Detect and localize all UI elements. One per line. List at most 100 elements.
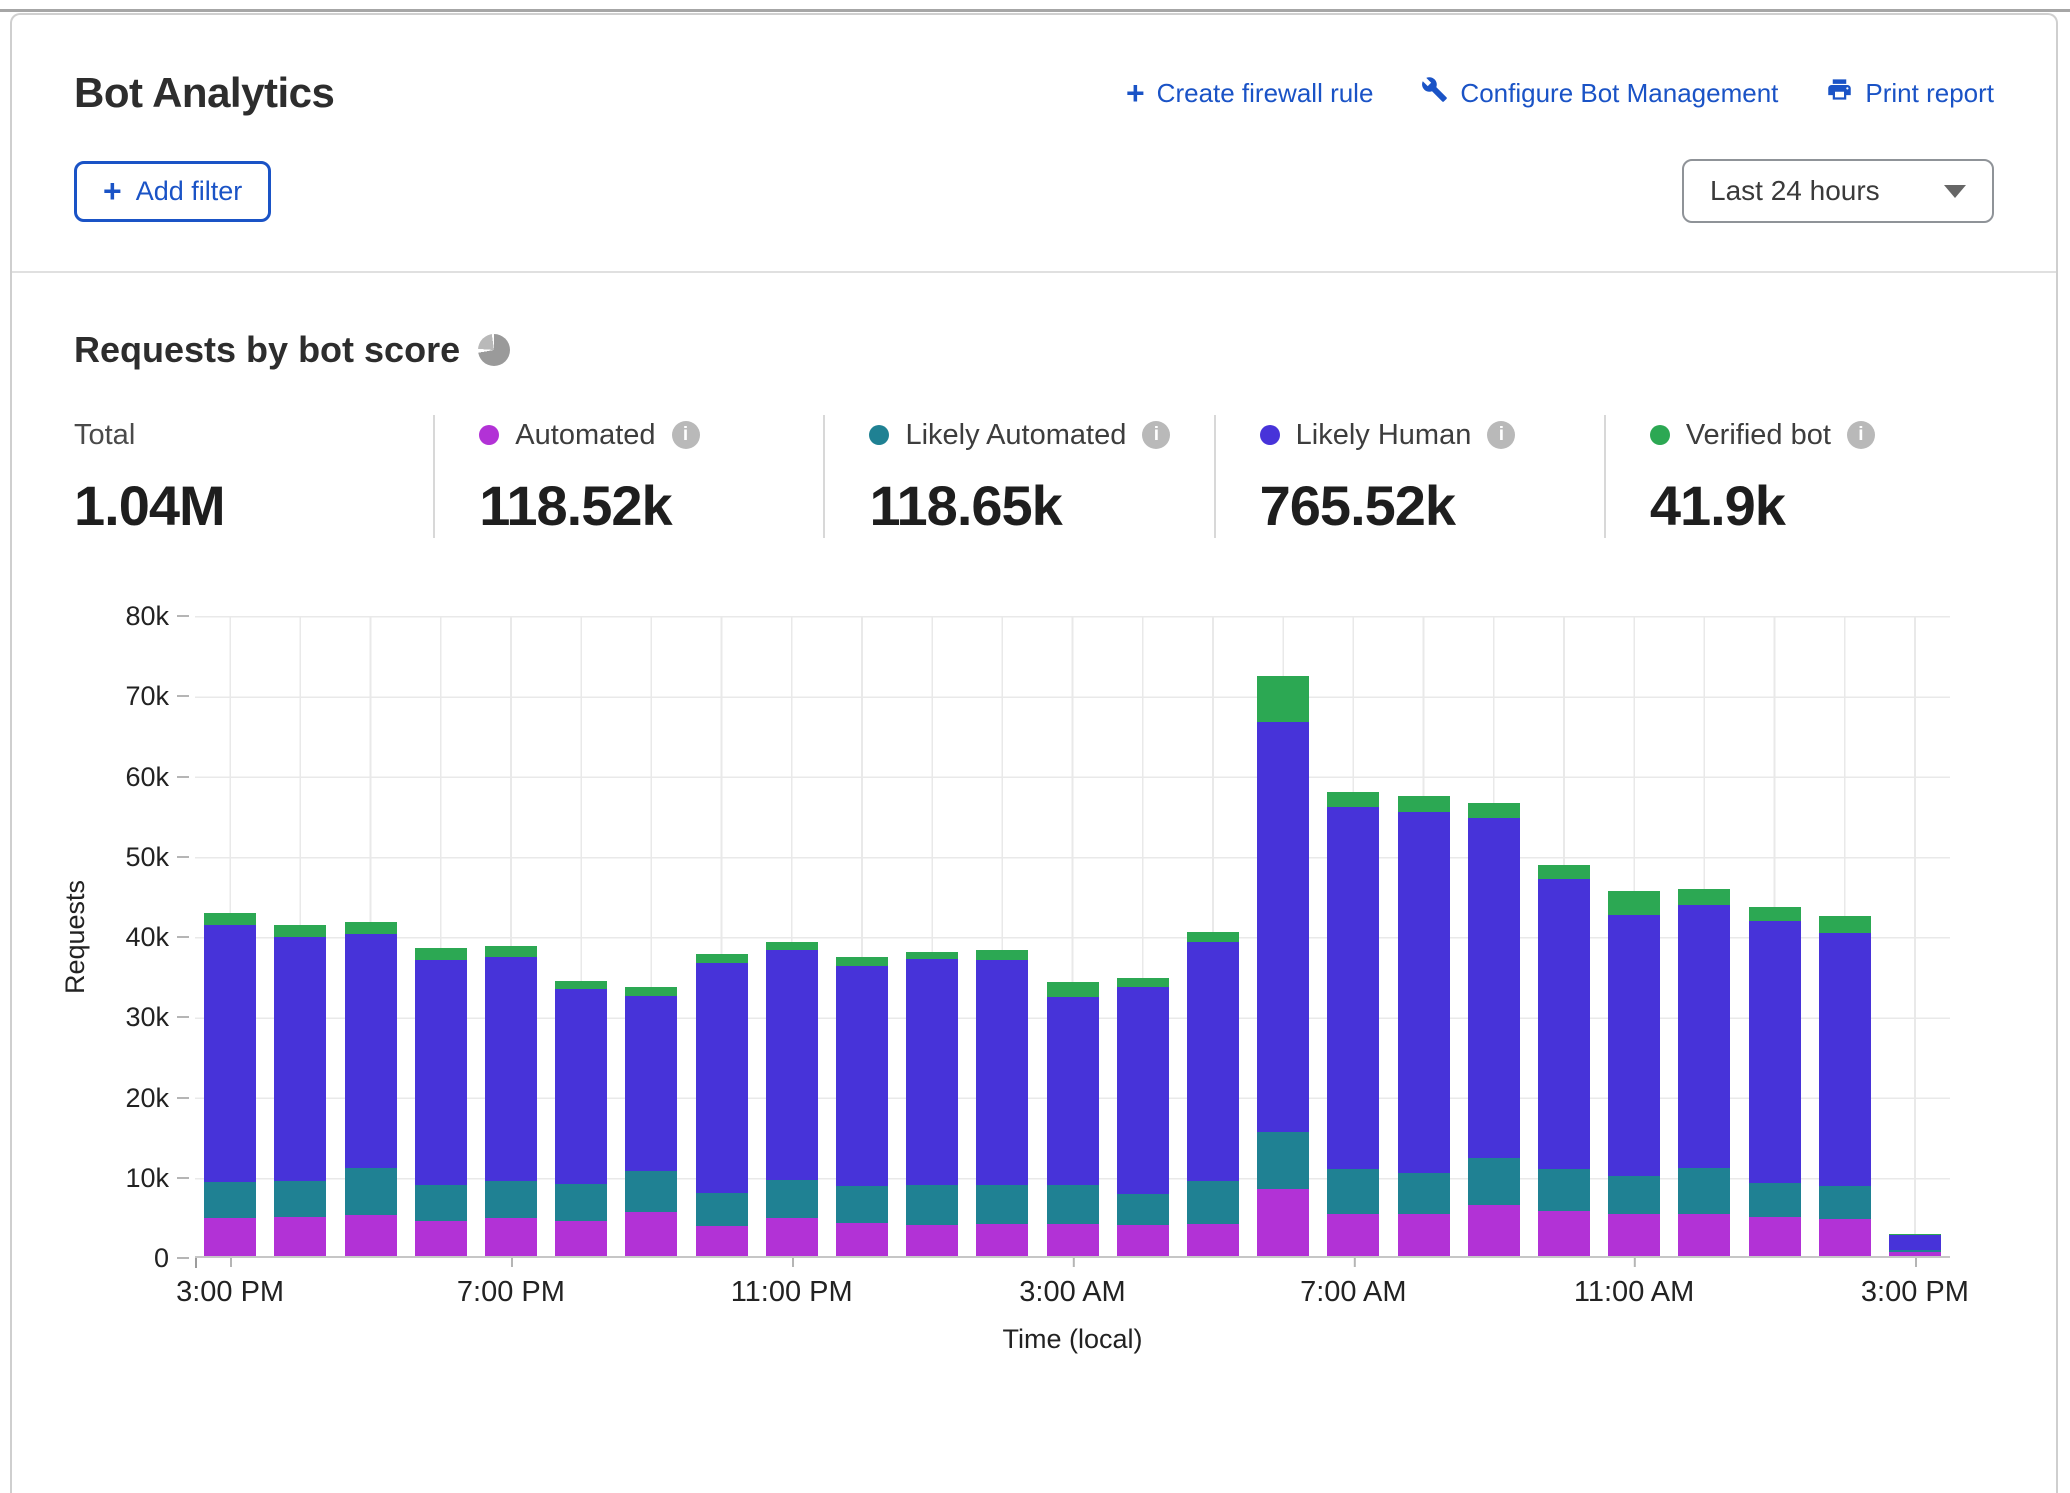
y-axis: Requests 80k70k60k50k40k30k20k10k0: [74, 616, 195, 1258]
add-filter-label: Add filter: [136, 176, 243, 207]
bar-19-1000am[interactable]: [1529, 616, 1599, 1256]
bar-segment-automated: [1187, 1224, 1239, 1256]
bar-segment-likely-human: [1538, 879, 1590, 1170]
create-firewall-rule-label: Create firewall rule: [1157, 78, 1374, 109]
bar-segment-automated: [1398, 1214, 1450, 1256]
bar-segment-automated: [1608, 1214, 1660, 1257]
plot-area: [195, 616, 1950, 1258]
bar-segment-automated: [766, 1218, 818, 1257]
card-header: Bot Analytics + Create firewall rule Con…: [12, 15, 2056, 271]
x-tick-label: 3:00 PM: [1861, 1276, 1969, 1309]
bar-segment-verified-bot: [415, 948, 467, 960]
bar-segment-likely-human: [766, 950, 818, 1180]
print-report-link[interactable]: Print report: [1826, 76, 1994, 110]
bar-segment-verified-bot: [1327, 792, 1379, 806]
x-tick-label: 3:00 AM: [1019, 1276, 1125, 1309]
bar-segment-verified-bot: [1468, 803, 1520, 817]
bar-11-200am[interactable]: [967, 616, 1037, 1256]
y-tick-label: 0: [89, 1242, 169, 1274]
bar-1-400pm[interactable]: [265, 616, 335, 1256]
x-axis: 3:00 PM7:00 PM11:00 PM3:00 AM7:00 AM11:0…: [195, 1258, 1950, 1316]
bar-8-1100pm[interactable]: [757, 616, 827, 1256]
stat-likely-human: Likely Human i 765.52k: [1214, 415, 1604, 538]
info-icon[interactable]: i: [1847, 421, 1875, 449]
pie-chart-icon: [478, 334, 510, 366]
bar-0-300pm[interactable]: [195, 616, 265, 1256]
bar-segment-verified-bot: [1819, 916, 1871, 933]
bar-segment-likely-human: [1678, 905, 1730, 1168]
bar-23-200pm[interactable]: [1810, 616, 1880, 1256]
bar-segment-likely-automated: [555, 1184, 607, 1221]
requests-chart: Requests 80k70k60k50k40k30k20k10k0 3:00 …: [74, 616, 1994, 1355]
bar-17-800am[interactable]: [1388, 616, 1458, 1256]
bar-segment-automated: [906, 1225, 958, 1256]
header-divider: [12, 271, 2056, 273]
bar-6-900pm[interactable]: [616, 616, 686, 1256]
stat-likely-automated: Likely Automated i 118.65k: [823, 415, 1213, 538]
y-tick-label: 40k: [89, 921, 169, 953]
bar-13-400am[interactable]: [1108, 616, 1178, 1256]
bar-segment-verified-bot: [1538, 865, 1590, 879]
bar-18-900am[interactable]: [1459, 616, 1529, 1256]
bar-15-600am[interactable]: [1248, 616, 1318, 1256]
bar-segment-automated: [274, 1217, 326, 1256]
bar-21-1200pm[interactable]: [1669, 616, 1739, 1256]
section-title: Requests by bot score: [74, 329, 460, 371]
stat-total-value: 1.04M: [74, 473, 433, 538]
add-filter-button[interactable]: + Add filter: [74, 161, 271, 222]
bar-14-500am[interactable]: [1178, 616, 1248, 1256]
bar-segment-automated: [1678, 1214, 1730, 1256]
x-tick-label: 7:00 AM: [1300, 1276, 1406, 1309]
x-tick-label: 11:00 PM: [731, 1276, 853, 1309]
bar-segment-automated: [555, 1221, 607, 1256]
bar-segment-likely-automated: [345, 1168, 397, 1215]
bar-segment-verified-bot: [1678, 889, 1730, 904]
bar-16-700am[interactable]: [1318, 616, 1388, 1256]
info-icon[interactable]: i: [672, 421, 700, 449]
bar-segment-likely-human: [1889, 1235, 1941, 1249]
configure-bot-management-link[interactable]: Configure Bot Management: [1421, 76, 1778, 110]
bar-20-1100am[interactable]: [1599, 616, 1669, 1256]
bar-segment-likely-automated: [625, 1171, 677, 1212]
stat-likely-automated-value: 118.65k: [869, 473, 1213, 538]
bar-22-100pm[interactable]: [1739, 616, 1809, 1256]
bar-24-300pm[interactable]: [1880, 616, 1950, 1256]
bar-9-1200am[interactable]: [827, 616, 897, 1256]
bar-segment-verified-bot: [1608, 891, 1660, 915]
bar-segment-verified-bot: [1398, 796, 1450, 812]
info-icon[interactable]: i: [1142, 421, 1170, 449]
likely-human-color-dot: [1260, 425, 1280, 445]
bar-3-600pm[interactable]: [406, 616, 476, 1256]
plus-icon: +: [1126, 80, 1145, 106]
bar-segment-verified-bot: [1749, 907, 1801, 921]
bar-segment-likely-human: [976, 960, 1028, 1186]
bot-analytics-card: Bot Analytics + Create firewall rule Con…: [10, 13, 2058, 1493]
stat-likely-automated-label: Likely Automated: [905, 419, 1126, 452]
y-tick-label: 60k: [89, 761, 169, 793]
bar-2-500pm[interactable]: [335, 616, 405, 1256]
bar-segment-likely-automated: [274, 1181, 326, 1217]
bar-segment-likely-automated: [836, 1186, 888, 1223]
bar-5-800pm[interactable]: [546, 616, 616, 1256]
time-range-select[interactable]: Last 24 hours: [1682, 159, 1994, 223]
y-axis-title: Requests: [60, 880, 91, 994]
bar-segment-likely-human: [415, 960, 467, 1185]
bar-segment-automated: [1117, 1225, 1169, 1256]
bar-12-300am[interactable]: [1037, 616, 1107, 1256]
bar-segment-likely-human: [1749, 921, 1801, 1183]
create-firewall-rule-link[interactable]: + Create firewall rule: [1126, 78, 1373, 109]
bar-segment-likely-automated: [1608, 1176, 1660, 1214]
bar-10-100am[interactable]: [897, 616, 967, 1256]
bar-segment-likely-automated: [485, 1181, 537, 1218]
top-separator-line: [0, 9, 2070, 12]
bar-4-700pm[interactable]: [476, 616, 546, 1256]
bar-segment-automated: [1819, 1219, 1871, 1256]
bar-segment-likely-human: [485, 957, 537, 1182]
bar-segment-likely-human: [1117, 987, 1169, 1194]
y-tick-label: 10k: [89, 1162, 169, 1194]
bar-segment-automated: [485, 1218, 537, 1256]
bar-segment-verified-bot: [204, 913, 256, 924]
bar-7-1000pm[interactable]: [686, 616, 756, 1256]
bar-segment-likely-human: [1047, 997, 1099, 1186]
info-icon[interactable]: i: [1487, 421, 1515, 449]
